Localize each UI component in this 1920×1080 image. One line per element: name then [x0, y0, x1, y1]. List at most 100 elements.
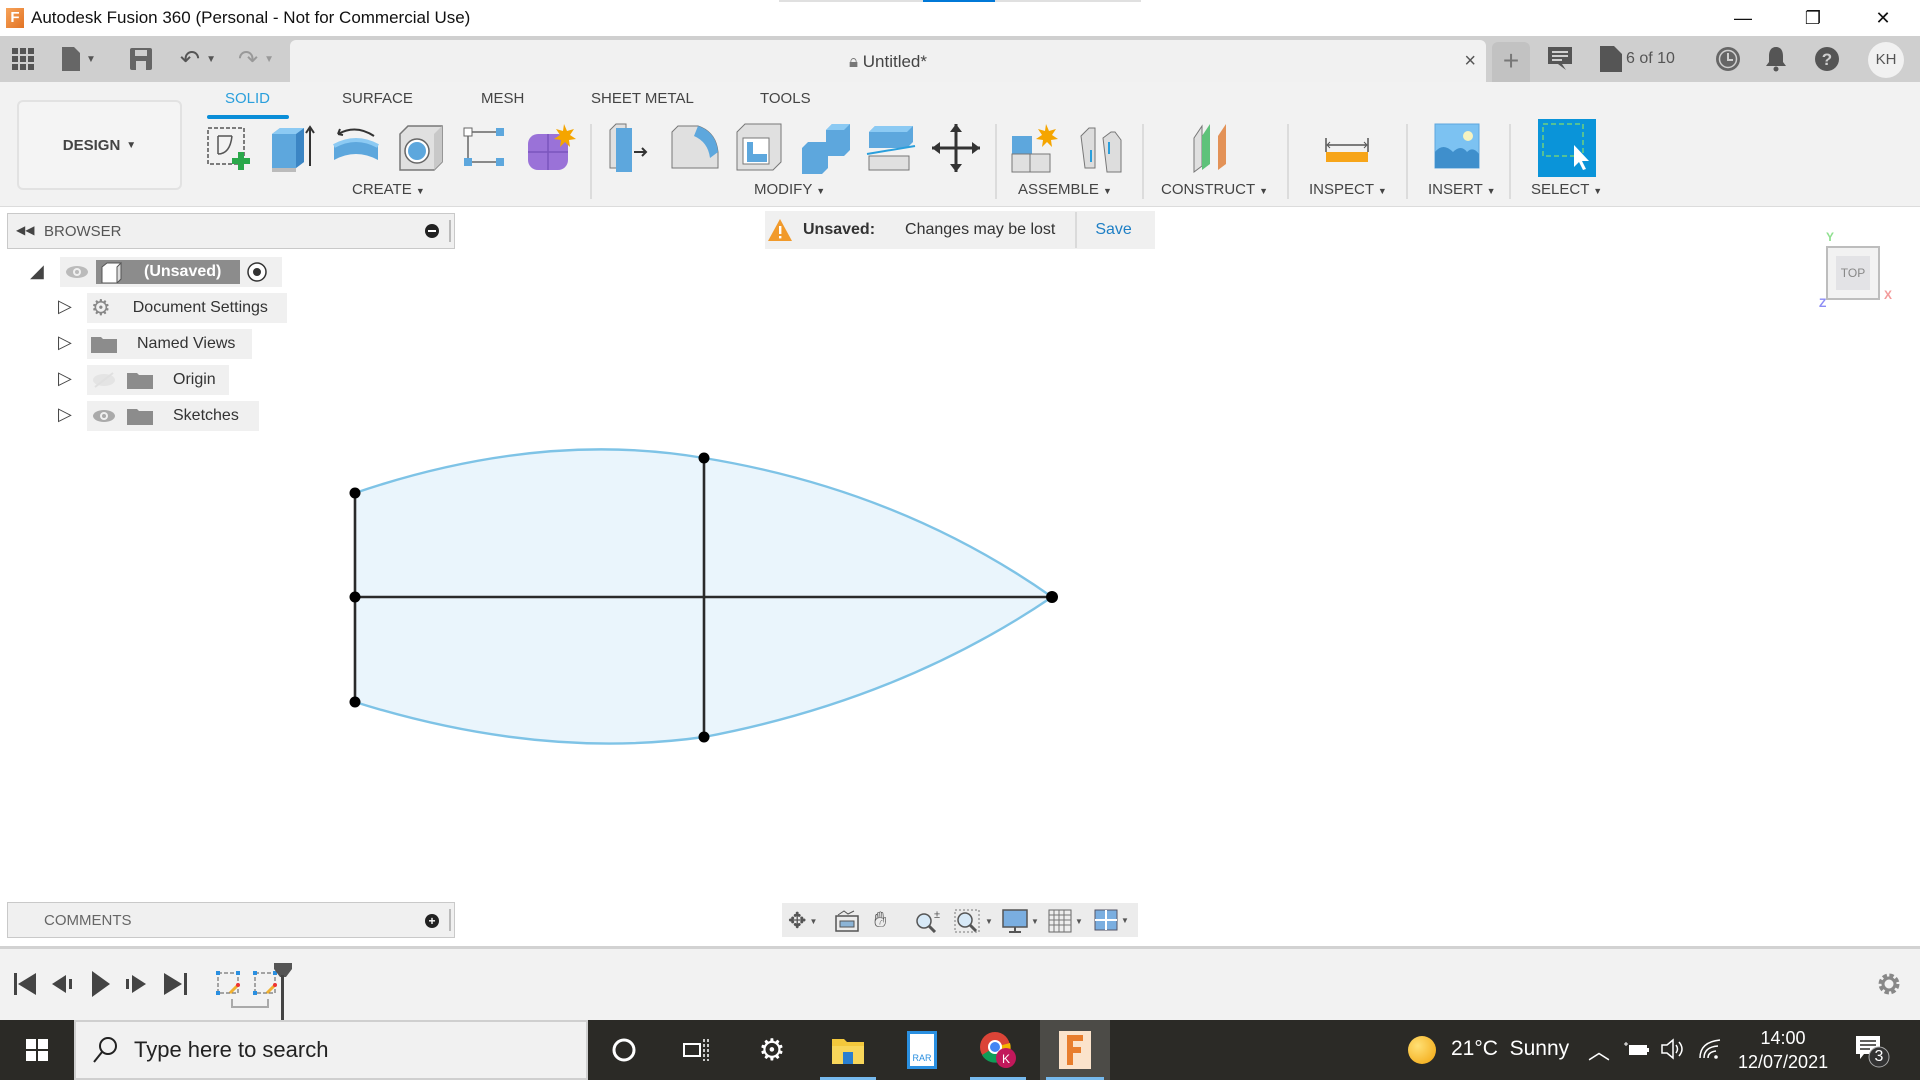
taskbar-chrome[interactable]: K — [964, 1020, 1032, 1080]
minimize-button[interactable]: — — [1708, 0, 1778, 36]
tab-tools[interactable]: TOOLS — [760, 90, 811, 107]
shell-button[interactable] — [735, 122, 787, 174]
job-status-button[interactable]: 6 of 10 — [1600, 44, 1675, 74]
notifications-button[interactable] — [1765, 44, 1787, 74]
panel-resize-handle[interactable] — [449, 220, 451, 242]
user-avatar[interactable]: KH — [1868, 42, 1904, 78]
grid-settings-button[interactable]: ▼ — [1048, 909, 1083, 933]
create-sketch-button[interactable] — [204, 122, 256, 174]
battery-charging-icon[interactable] — [1624, 1042, 1650, 1058]
redo-button[interactable]: ↷ ▼ — [238, 46, 274, 73]
browser-root-row[interactable]: (Unsaved) — [60, 257, 282, 287]
taskbar-winrar[interactable]: RAR — [888, 1020, 956, 1080]
extrude-button[interactable] — [266, 122, 318, 174]
joint-button[interactable] — [1075, 122, 1127, 174]
activate-radio-icon[interactable] — [246, 261, 268, 283]
browser-item-named-views[interactable]: Named Views — [87, 329, 252, 359]
data-panel-button[interactable] — [12, 46, 34, 72]
insert-group-label[interactable]: INSERT ▼ — [1428, 181, 1496, 198]
minimize-panel-icon[interactable] — [425, 224, 439, 238]
restore-button[interactable]: ❐ — [1778, 0, 1848, 36]
timeline-marker[interactable] — [274, 963, 292, 1023]
expand-triangle-icon[interactable]: ▷ — [58, 296, 72, 317]
tab-sheet-metal[interactable]: SHEET METAL — [591, 90, 694, 107]
inspect-group-label[interactable]: INSPECT ▼ — [1309, 181, 1387, 198]
collapse-triangle-icon[interactable]: ◢ — [30, 261, 44, 282]
step-forward-icon[interactable] — [126, 973, 148, 995]
undo-button[interactable]: ↶ ▼ — [180, 46, 216, 73]
taskbar-settings-button[interactable]: ⚙ — [738, 1020, 806, 1080]
skip-end-icon[interactable] — [164, 973, 188, 995]
close-window-button[interactable]: ✕ — [1848, 0, 1918, 36]
tab-solid[interactable]: SOLID — [225, 90, 270, 107]
press-pull-button[interactable] — [606, 122, 658, 174]
pattern-button[interactable] — [460, 122, 512, 174]
insert-image-button[interactable] — [1432, 122, 1484, 174]
save-link[interactable]: Save — [1095, 221, 1131, 239]
visibility-hidden-icon[interactable] — [91, 371, 117, 389]
clock[interactable]: 14:00 12/07/2021 — [1738, 1026, 1828, 1074]
assemble-group-label[interactable]: ASSEMBLE ▼ — [1018, 181, 1112, 198]
expand-triangle-icon[interactable]: ▷ — [58, 368, 72, 389]
history-button[interactable] — [1715, 44, 1741, 74]
weather-sun-icon[interactable] — [1408, 1036, 1436, 1064]
wifi-icon[interactable] — [1698, 1038, 1722, 1060]
tab-surface[interactable]: SURFACE — [342, 90, 413, 107]
close-tab-button[interactable]: × — [1464, 50, 1476, 73]
look-at-button[interactable] — [834, 910, 860, 937]
visibility-eye-icon[interactable] — [91, 407, 117, 425]
document-tab[interactable]: 🔒︎ Untitled* × — [290, 40, 1486, 82]
play-icon[interactable] — [90, 971, 112, 997]
fillet-button[interactable] — [670, 122, 722, 174]
volume-icon[interactable] — [1660, 1038, 1686, 1060]
modify-group-label[interactable]: MODIFY ▼ — [754, 181, 825, 198]
window-select-button[interactable] — [1538, 119, 1596, 177]
viewports-button[interactable]: ▼ — [1094, 909, 1129, 931]
start-button[interactable] — [3, 1020, 71, 1080]
move-copy-button[interactable] — [930, 122, 982, 174]
comments-button[interactable] — [1548, 44, 1574, 74]
taskbar-search-input[interactable]: Type here to search — [74, 1020, 588, 1080]
create-group-label[interactable]: CREATE ▼ — [352, 181, 425, 198]
browser-item-origin[interactable]: Origin — [87, 365, 229, 395]
show-hidden-icons-chevron[interactable]: ︿ — [1588, 1034, 1610, 1066]
create-form-button[interactable] — [524, 122, 576, 174]
revolve-button[interactable] — [330, 122, 382, 174]
timeline-settings-gear-icon[interactable] — [1876, 971, 1902, 997]
save-button[interactable] — [130, 46, 152, 72]
select-group-label[interactable]: SELECT ▼ — [1531, 181, 1602, 198]
browser-item-sketches[interactable]: Sketches — [87, 401, 259, 431]
expand-triangle-icon[interactable]: ▷ — [58, 332, 72, 353]
display-settings-button[interactable]: ▼ — [1002, 909, 1039, 933]
new-tab-button[interactable]: + — [1492, 42, 1530, 82]
fit-window-button[interactable]: ▼ — [954, 909, 993, 933]
taskbar-file-explorer[interactable] — [814, 1020, 882, 1080]
offset-plane-button[interactable] — [1188, 122, 1240, 174]
viewcube-face-top[interactable]: TOP — [1836, 256, 1870, 290]
collapse-panel-icon[interactable]: ◀◀ — [16, 223, 34, 237]
panel-resize-handle[interactable] — [449, 909, 451, 931]
browser-item-document-settings[interactable]: ⚙ Document Settings — [87, 293, 287, 323]
hole-button[interactable] — [396, 122, 448, 174]
timeline-sketch-feature[interactable] — [216, 971, 244, 999]
zoom-button[interactable]: ± — [914, 909, 942, 938]
pan-button[interactable]: ✋︎ — [874, 907, 887, 933]
tab-mesh[interactable]: MESH — [481, 90, 524, 107]
split-body-button[interactable] — [865, 122, 917, 174]
step-back-icon[interactable] — [52, 973, 74, 995]
help-button[interactable]: ? — [1814, 44, 1840, 74]
orbit-button[interactable]: ✥ ▼ — [788, 908, 817, 934]
taskbar-fusion-360[interactable] — [1040, 1020, 1110, 1080]
workspace-switcher[interactable]: DESIGN ▼ — [17, 100, 182, 190]
task-view-button[interactable] — [662, 1020, 730, 1080]
action-center-button[interactable]: 3 — [1856, 1036, 1890, 1073]
cortana-button[interactable] — [590, 1020, 658, 1080]
construct-group-label[interactable]: CONSTRUCT ▼ — [1161, 181, 1268, 198]
weather-widget[interactable]: 21°C Sunny — [1451, 1037, 1569, 1061]
combine-button[interactable] — [800, 122, 852, 174]
skip-start-icon[interactable] — [14, 973, 38, 995]
file-menu-button[interactable]: ▼ — [62, 46, 96, 72]
viewcube[interactable]: TOP — [1826, 246, 1880, 300]
expand-triangle-icon[interactable]: ▷ — [58, 404, 72, 425]
add-comment-icon[interactable]: + — [425, 914, 439, 928]
